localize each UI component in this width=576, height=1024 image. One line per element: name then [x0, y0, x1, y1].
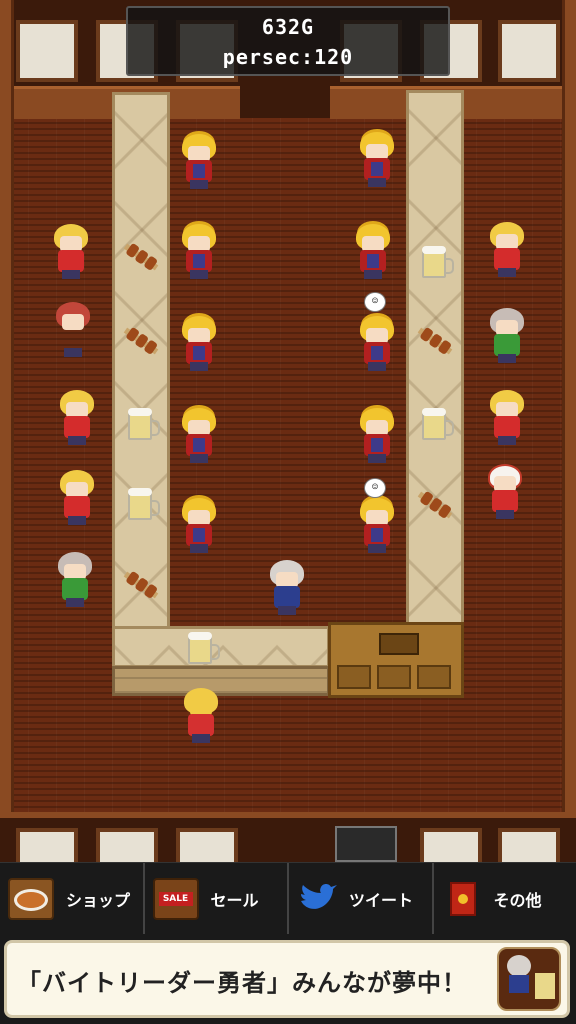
ad-banner-inner[interactable]: 「バイトリーダー勇者」みんなが夢中！ — [4, 940, 570, 1018]
hero-worker[interactable] — [352, 130, 402, 188]
hero-worker[interactable] — [174, 314, 224, 372]
gold-amount: 632G — [261, 15, 315, 39]
ad-app-icon[interactable] — [497, 947, 561, 1011]
customer[interactable] — [46, 222, 96, 280]
window — [498, 20, 560, 82]
hero-worker[interactable] — [174, 406, 224, 464]
customer[interactable] — [50, 550, 100, 608]
customer-thought-bubble: ☺ — [364, 478, 386, 498]
beer-tap-sign — [335, 826, 397, 862]
drawer — [377, 665, 411, 689]
customer[interactable] — [482, 220, 532, 278]
beer-mug-icon — [182, 630, 222, 670]
right-wall — [562, 0, 576, 862]
waitress[interactable] — [176, 686, 226, 744]
skewer-icon — [414, 486, 454, 526]
ad-banner[interactable]: 「バイトリーダー勇者」みんなが夢中！ — [0, 934, 576, 1024]
other-label: その他 — [493, 891, 542, 910]
bar-desk[interactable] — [328, 622, 464, 698]
window — [420, 828, 482, 862]
customer[interactable] — [48, 300, 98, 358]
gold-per-second: persec:120 — [222, 45, 354, 69]
shop-label: ショップ — [66, 891, 131, 910]
red-book-icon — [449, 882, 476, 916]
beer-mug-icon — [122, 406, 162, 446]
other-button[interactable]: その他 — [434, 863, 576, 935]
customer[interactable] — [482, 388, 532, 446]
beer-mug-icon — [416, 406, 456, 446]
sale-sign-icon: SALE — [152, 878, 199, 920]
bottom-menu: ショップ SALE セール ツイート その他 — [0, 862, 576, 935]
left-wall — [0, 0, 14, 862]
window — [16, 828, 78, 862]
beer-mug-icon — [122, 486, 162, 526]
bottom-wall — [0, 812, 576, 862]
hero-worker[interactable] — [174, 496, 224, 554]
hero-worker[interactable] — [174, 132, 224, 190]
sink — [379, 633, 419, 655]
tweet-button[interactable]: ツイート — [289, 863, 434, 935]
hero-worker[interactable] — [352, 314, 402, 372]
sale-label: セール — [210, 891, 259, 910]
window — [498, 828, 560, 862]
gold-hud: 632G persec:120 — [126, 6, 450, 76]
drawer — [417, 665, 451, 689]
twitter-bird-icon — [297, 879, 337, 919]
left-counter — [112, 92, 170, 632]
shop-sign-icon — [8, 878, 54, 920]
hero-manager[interactable] — [262, 558, 316, 622]
shop-button[interactable]: ショップ — [0, 863, 145, 935]
customer[interactable] — [480, 462, 530, 520]
tavern-scene[interactable]: 632G persec:120 ☺ ☺ — [0, 0, 576, 862]
skewer-icon — [414, 322, 454, 362]
drawer — [337, 665, 371, 689]
skewer-icon — [120, 566, 160, 606]
hero-worker[interactable] — [174, 222, 224, 280]
customer-thought-bubble: ☺ — [364, 292, 386, 312]
customer[interactable] — [52, 468, 102, 526]
window — [96, 828, 158, 862]
hero-worker[interactable] — [348, 222, 398, 280]
customer[interactable] — [52, 388, 102, 446]
skewer-icon — [120, 322, 160, 362]
sale-button[interactable]: SALE セール — [145, 863, 289, 935]
skewer-icon — [120, 238, 160, 278]
hero-worker[interactable] — [352, 496, 402, 554]
tweet-label: ツイート — [349, 891, 414, 910]
beer-mug-icon — [416, 244, 456, 284]
ad-text: 「バイトリーダー勇者」みんなが夢中！ — [17, 969, 467, 997]
window — [176, 828, 238, 862]
customer[interactable] — [482, 306, 532, 364]
window — [16, 20, 78, 82]
hero-worker[interactable] — [352, 406, 402, 464]
